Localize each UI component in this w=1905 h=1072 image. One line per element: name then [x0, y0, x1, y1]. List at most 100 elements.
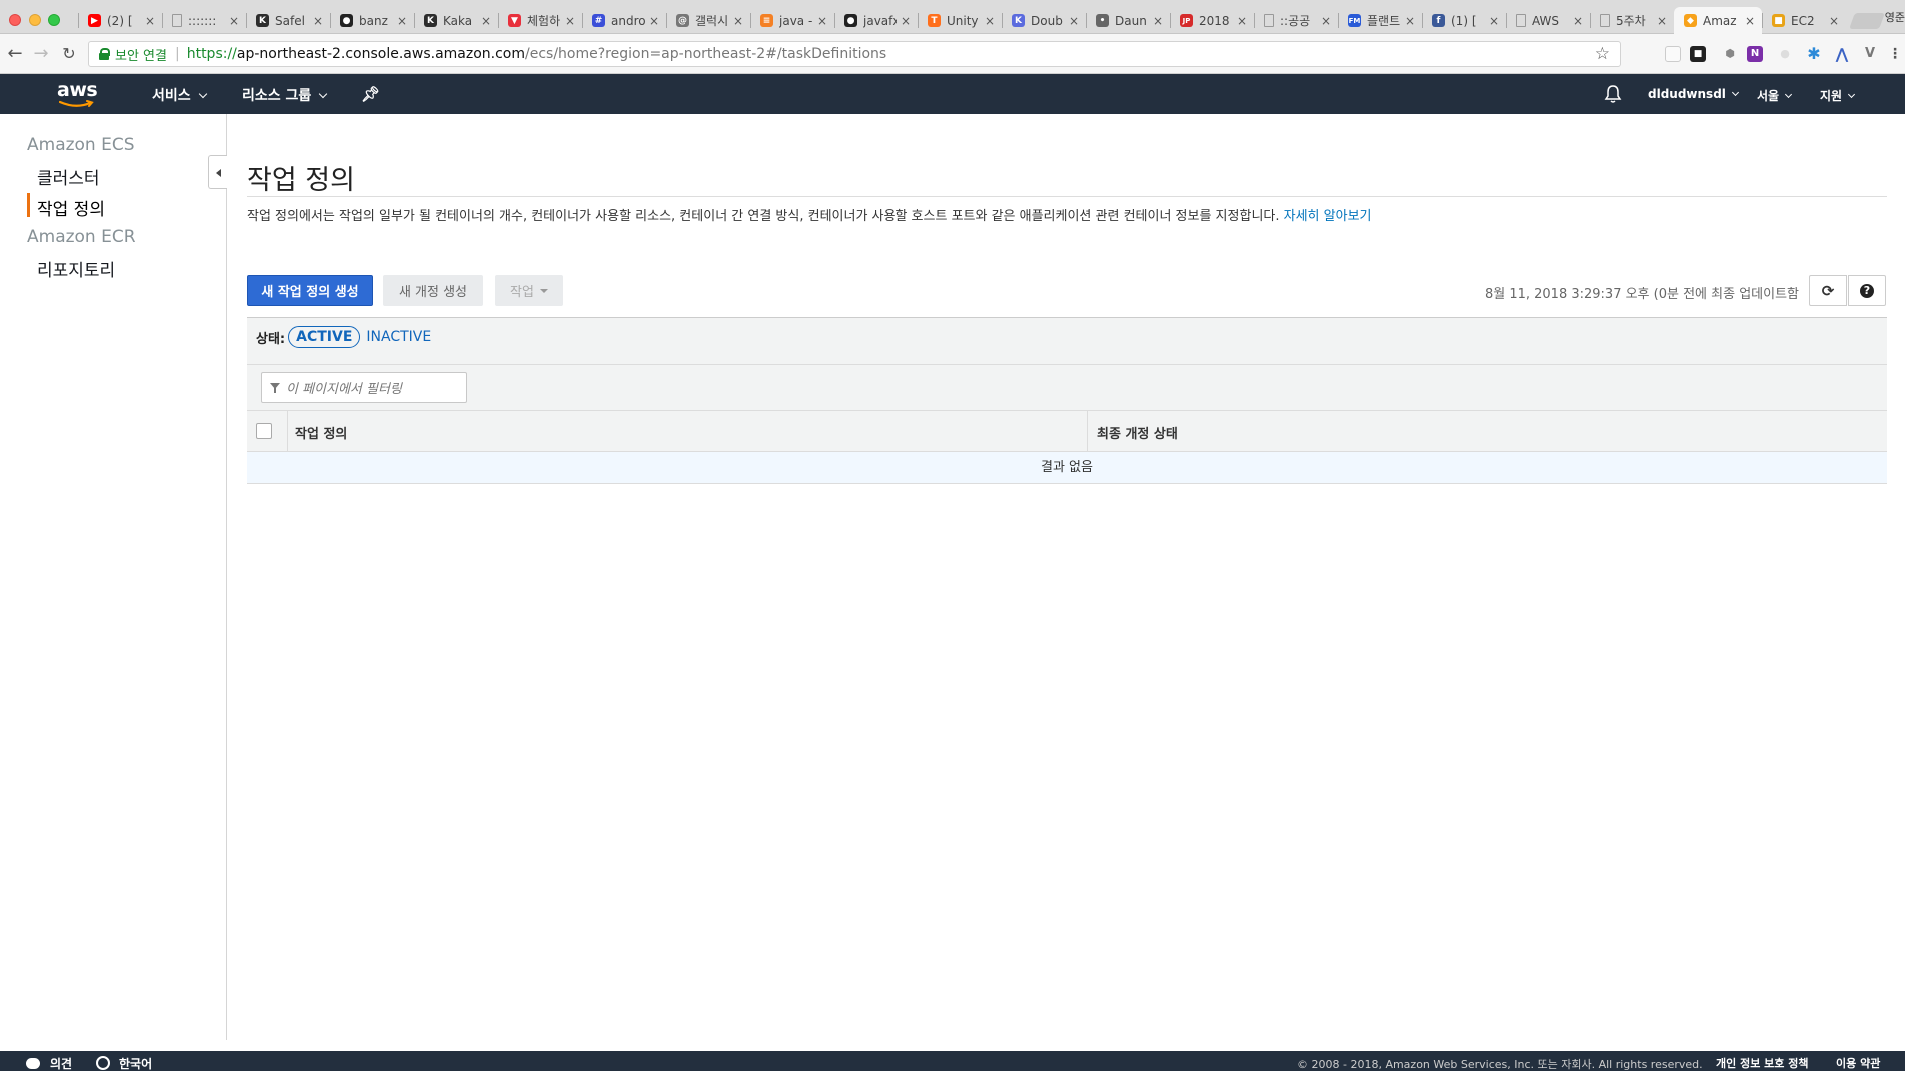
tab-close-icon[interactable]: × [1404, 14, 1416, 28]
browser-tab[interactable]: ● banz × [330, 7, 414, 34]
resource-groups-menu[interactable]: 리소스 그룹 [242, 85, 328, 105]
tab-close-icon[interactable]: × [480, 14, 492, 28]
browser-tab[interactable]: ◆ Amaz × [1674, 7, 1762, 34]
copyright-text: © 2008 - 2018, Amazon Web Services, Inc.… [1297, 1058, 1703, 1071]
tab-close-icon[interactable]: × [1152, 14, 1164, 28]
language-selector[interactable]: 한국어 [96, 1055, 152, 1072]
browser-tab[interactable]: K Doub × [1002, 7, 1086, 34]
tab-close-icon[interactable]: × [732, 14, 744, 28]
maximize-window-button[interactable] [48, 14, 60, 26]
actions-dropdown[interactable]: 작업 [495, 275, 563, 306]
tab-close-icon[interactable]: × [1656, 14, 1668, 28]
status-active-toggle[interactable]: ACTIVE [288, 326, 361, 348]
browser-tab[interactable]: f (1) [× [1422, 7, 1506, 34]
browser-tab[interactable]: # andro × [582, 7, 666, 34]
browser-tab[interactable]: T Unity × [918, 7, 1002, 34]
browser-menu-icon[interactable]: ⋮ [1887, 46, 1903, 62]
v-extension-icon[interactable]: V [1862, 46, 1878, 62]
lambda-extension-icon[interactable]: ⋀ [1834, 46, 1850, 62]
tab-close-icon[interactable]: × [816, 14, 828, 28]
tab-close-icon[interactable]: × [984, 14, 996, 28]
sidebar-item-clusters[interactable]: 클러스터 [37, 164, 100, 189]
create-revision-button[interactable]: 새 개정 생성 [383, 275, 483, 306]
region-menu[interactable]: 서울 [1757, 87, 1793, 104]
back-arrow-icon[interactable]: ← [4, 43, 26, 65]
tab-close-icon[interactable]: × [1320, 14, 1332, 28]
tab-close-icon[interactable]: × [648, 14, 660, 28]
forward-arrow-icon[interactable]: → [30, 43, 52, 65]
sidebar-item-task-definitions[interactable]: 작업 정의 [37, 195, 105, 220]
notifications-bell-icon[interactable] [1604, 84, 1622, 104]
close-window-button[interactable] [9, 14, 21, 26]
browser-tab[interactable]: K Safel × [246, 7, 330, 34]
table-header: 작업 정의 최종 개정 상태 [247, 410, 1887, 452]
tab-close-icon[interactable]: × [1744, 14, 1756, 28]
profile-name[interactable]: 영준 [1885, 9, 1905, 25]
caret-down-icon [539, 288, 548, 293]
column-header-task-definition[interactable]: 작업 정의 [295, 423, 347, 442]
sidebar-heading-ecs[interactable]: Amazon ECS [27, 135, 135, 155]
tab-close-icon[interactable]: × [564, 14, 576, 28]
column-header-latest-revision-status[interactable]: 최종 개정 상태 [1097, 423, 1178, 442]
terms-of-use-link[interactable]: 이용 약관 [1836, 1055, 1880, 1071]
onenote-icon[interactable]: N [1747, 46, 1763, 62]
browser-tab[interactable]: ■ EC2 × [1762, 7, 1846, 34]
select-all-checkbox[interactable] [256, 423, 272, 439]
bookmark-star-icon[interactable]: ☆ [1595, 44, 1610, 64]
tab-close-icon[interactable]: × [1488, 14, 1500, 28]
url-scheme: https:// [186, 46, 237, 62]
services-menu[interactable]: 서비스 [152, 85, 207, 105]
tab-title: java - [779, 13, 813, 28]
browser-tab[interactable]: ≡ java - × [750, 7, 834, 34]
new-tab-button[interactable] [1849, 13, 1885, 29]
browser-tab[interactable]: ::공공 × [1254, 7, 1338, 34]
status-inactive-toggle[interactable]: INACTIVE [366, 329, 431, 345]
browser-tab[interactable]: K Kaka × [414, 7, 498, 34]
aws-icon: ◆ [1684, 14, 1697, 27]
youtube-icon: ▶ [88, 14, 101, 27]
learn-more-link[interactable]: 자세히 알아보기 [1284, 209, 1372, 224]
extension-dark-icon[interactable]: ■ [1690, 46, 1706, 62]
browser-tab[interactable]: FM 플랜트 × [1338, 7, 1422, 34]
help-button[interactable]: ? [1848, 275, 1886, 306]
address-bar[interactable]: 보안 연결 | https://ap-northeast-2.console.a… [88, 41, 1621, 67]
create-task-definition-button[interactable]: 새 작업 정의 생성 [247, 275, 373, 306]
support-menu[interactable]: 지원 [1820, 87, 1856, 104]
browser-tab[interactable]: AWS × [1506, 7, 1590, 34]
browser-tab[interactable]: ▼ 체험하 × [498, 7, 582, 34]
browser-tab[interactable]: JP 2018 × [1170, 7, 1254, 34]
filter-funnel-icon [270, 382, 280, 393]
tab-close-icon[interactable]: × [900, 14, 912, 28]
browser-tab[interactable]: • Daun × [1086, 7, 1170, 34]
pin-icon[interactable]: 📌︎ [361, 85, 380, 103]
browser-tab[interactable]: ● javafx × [834, 7, 918, 34]
tab-title: (1) [ [1451, 13, 1477, 28]
tab-close-icon[interactable]: × [144, 14, 156, 28]
tab-close-icon[interactable]: × [396, 14, 408, 28]
sidebar-item-repositories[interactable]: 리포지토리 [37, 256, 115, 281]
tab-close-icon[interactable]: × [228, 14, 240, 28]
extension-icon[interactable] [1665, 46, 1681, 62]
browser-tab[interactable]: @ 갤럭시 × [666, 7, 750, 34]
privacy-policy-link[interactable]: 개인 정보 보호 정책 [1716, 1055, 1808, 1071]
reload-icon[interactable]: ↻ [58, 43, 80, 65]
minimize-window-button[interactable] [29, 14, 41, 26]
tab-close-icon[interactable]: × [312, 14, 324, 28]
tab-close-icon[interactable]: × [1068, 14, 1080, 28]
tab-close-icon[interactable]: × [1236, 14, 1248, 28]
browser-tab[interactable]: ▶ (2) [× [78, 7, 162, 34]
aws-logo[interactable]: aws [57, 79, 101, 109]
tab-close-icon[interactable]: × [1572, 14, 1584, 28]
filter-input[interactable]: 이 페이지에서 필터링 [261, 372, 467, 403]
asterisk-extension-icon[interactable]: ✱ [1806, 46, 1822, 62]
tab-close-icon[interactable]: × [1828, 14, 1840, 28]
browser-tab[interactable]: ::::::: × [162, 7, 246, 34]
refresh-button[interactable]: ⟳ [1809, 275, 1847, 306]
feedback-link[interactable]: 의견 [26, 1055, 72, 1072]
browser-tab[interactable]: 5주차 × [1590, 7, 1674, 34]
sidebar-heading-ecr[interactable]: Amazon ECR [27, 227, 136, 247]
extension-cube-icon[interactable]: ⬢ [1722, 46, 1738, 62]
account-menu[interactable]: dldudwnsdl [1648, 87, 1739, 101]
extension-gray-icon[interactable]: ● [1777, 46, 1793, 62]
collapse-sidebar-button[interactable] [208, 155, 227, 189]
